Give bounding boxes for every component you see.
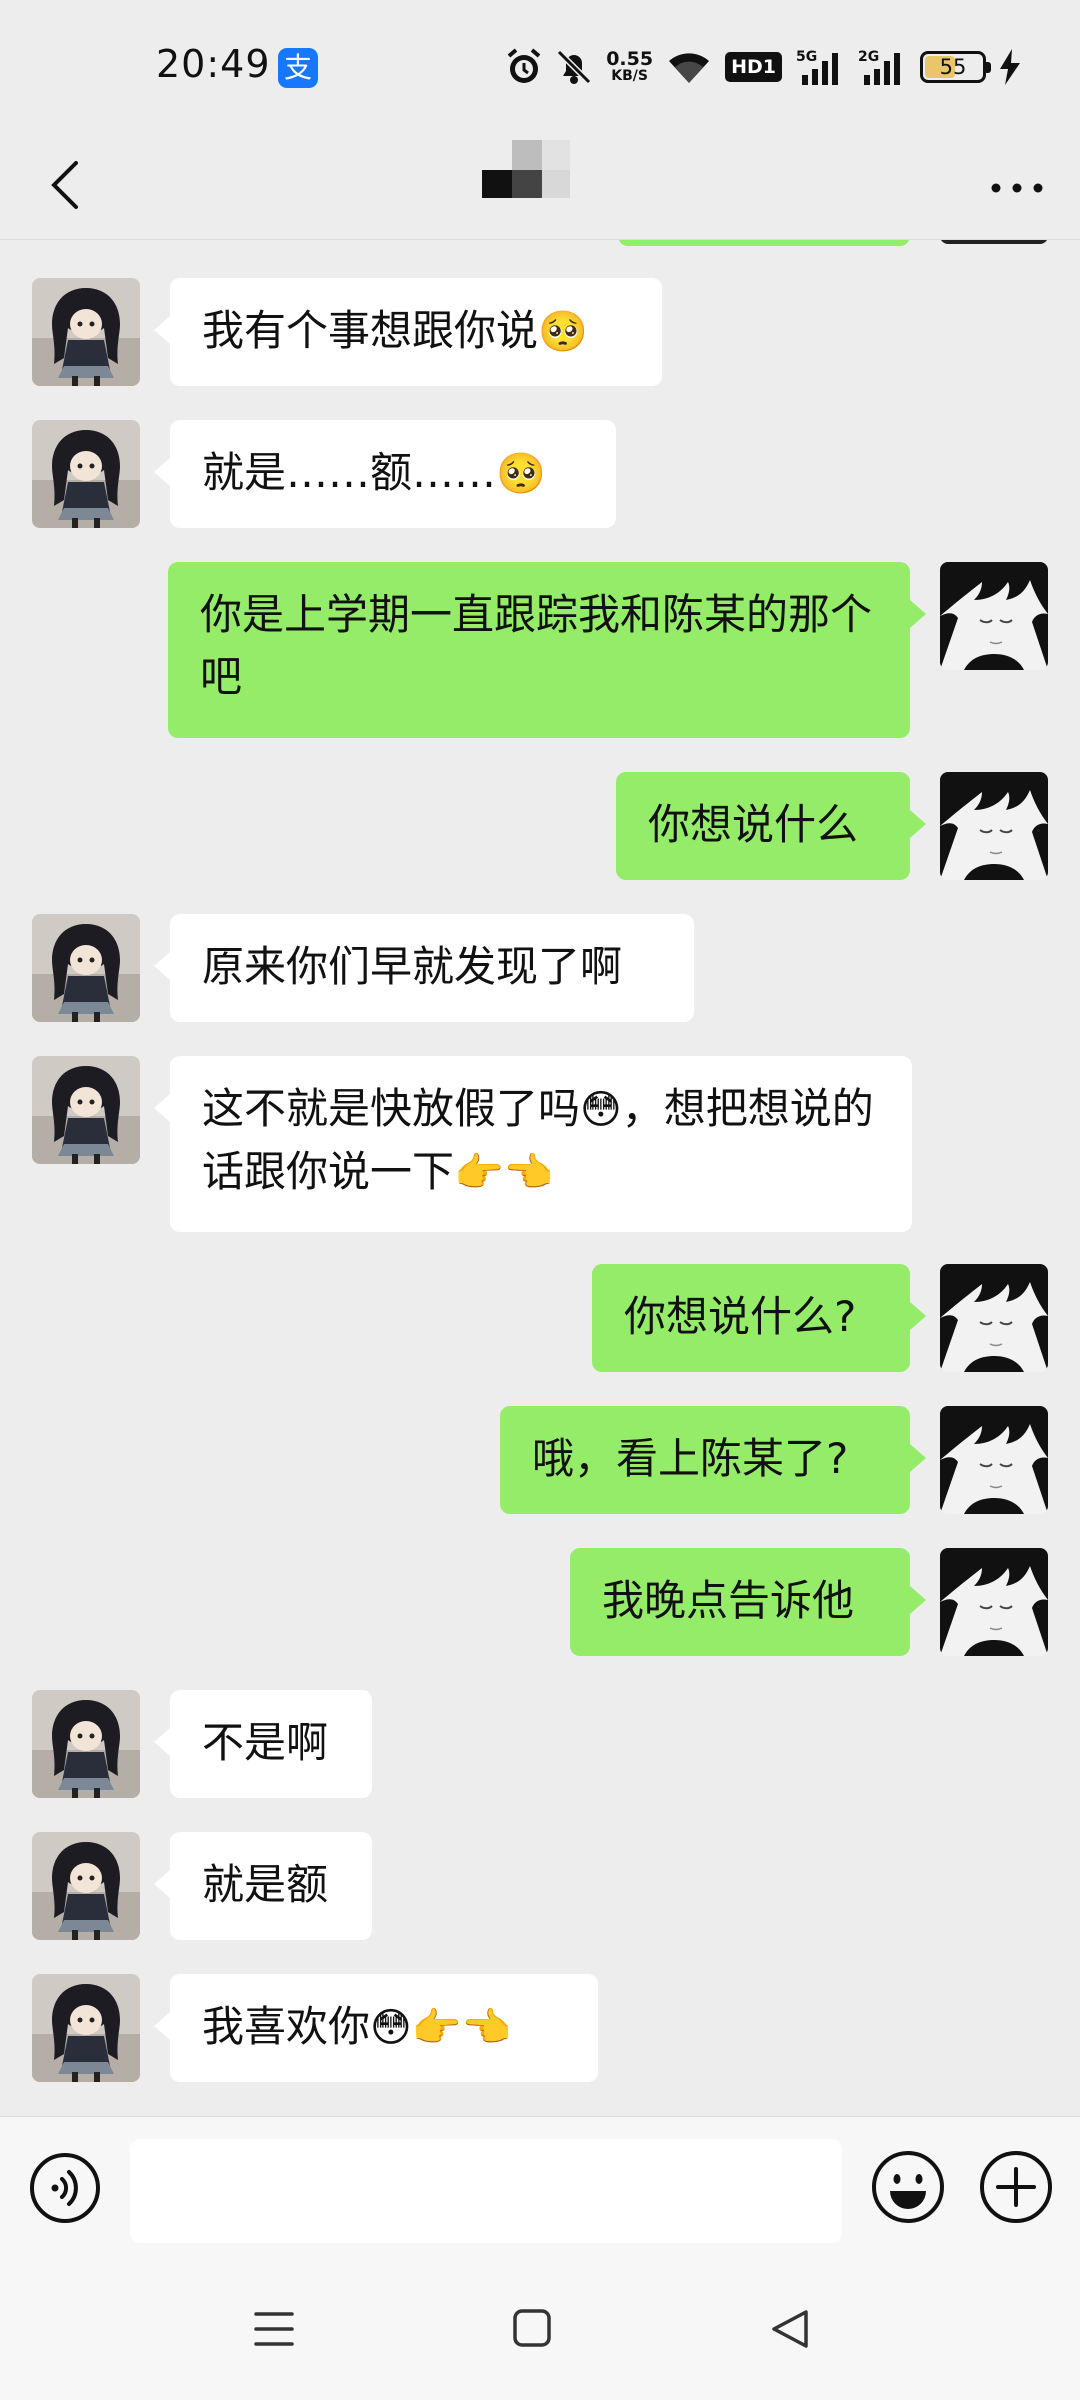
net-speed-value: 0.55 [606, 48, 654, 70]
message-bubble[interactable]: 你是上学期一直跟踪我和陈某的那个吧 [168, 562, 926, 738]
message-bubble[interactable]: 我有个事想跟你说🥺 [154, 278, 662, 386]
avatar[interactable] [32, 914, 140, 1022]
message-bubble[interactable]: 你想说什么 [616, 772, 926, 880]
self-avatar[interactable] [940, 562, 1048, 670]
net-speed: 0.55 KB/S [606, 50, 653, 84]
back-button[interactable] [30, 150, 100, 220]
emoji-button[interactable] [870, 2149, 946, 2225]
message-bubble[interactable]: 就是额 [154, 1832, 372, 1940]
avatar[interactable] [32, 1832, 140, 1940]
avatar[interactable] [32, 420, 140, 528]
network-type-2: 2G [858, 49, 879, 65]
message-list[interactable]: 我有个事想跟你说🥺 就是……额……🥺 你是上学期一直跟踪我和陈某的那个吧 你想说… [0, 240, 1080, 2116]
pleading-emoji: 🥺 [538, 309, 588, 355]
message-text: 就是……额…… [202, 448, 497, 497]
pointing-fingers-emoji: 👉👈 [411, 2005, 512, 2051]
hd-badge: HD1 [725, 52, 782, 82]
pleading-emoji: 🥺 [496, 451, 546, 497]
self-avatar[interactable] [940, 1548, 1048, 1656]
plus-button[interactable] [978, 2149, 1054, 2225]
message-bubble[interactable]: 这不就是快放假了吗😳，想把想说的话跟你说一下👉👈 [154, 1056, 912, 1232]
avatar[interactable] [32, 1056, 140, 1164]
partial-avatar-self [940, 240, 1048, 244]
home-square-icon [513, 2309, 551, 2347]
message-text: 你想说什么 [648, 800, 859, 849]
signal-icon: 5G [796, 47, 844, 87]
status-icons: 0.55 KB/S HD1 5G 2G 55 [506, 44, 1020, 90]
avatar[interactable] [32, 278, 140, 386]
message-bubble[interactable]: 不是啊 [154, 1690, 372, 1798]
chat-title-mosaic [482, 140, 570, 198]
battery-icon: 55 [920, 51, 991, 83]
pointing-fingers-emoji: 👉👈 [454, 1150, 554, 1196]
message-text: 我有个事想跟你说 [202, 306, 539, 355]
net-speed-unit: KB/S [611, 68, 648, 84]
chevron-left-icon [51, 161, 78, 209]
more-dots-icon [991, 183, 1043, 193]
alarm-icon [506, 48, 542, 86]
back-triangle-icon [772, 2310, 808, 2348]
partial-bubble-out [618, 240, 910, 246]
alipay-icon: 支 [278, 48, 318, 88]
status-time: 20:49 [156, 42, 271, 86]
message-input[interactable] [130, 2139, 842, 2243]
smiley-icon [872, 2151, 944, 2223]
avatar[interactable] [32, 1974, 140, 2082]
mute-icon [556, 48, 592, 86]
message-bubble[interactable]: 我晚点告诉他 [570, 1548, 926, 1656]
message-bubble[interactable]: 原来你们早就发现了啊 [154, 914, 694, 1022]
flushed-emoji: 😳 [370, 2005, 412, 2051]
input-bar [0, 2116, 1080, 2258]
message-text: 你想说什么? [624, 1292, 857, 1341]
battery-level: 55 [939, 55, 967, 79]
nav-menu-button[interactable] [254, 2310, 294, 2352]
self-avatar[interactable] [940, 1406, 1048, 1514]
title-bar [0, 130, 1080, 240]
plus-circle-icon [980, 2151, 1052, 2223]
message-bubble[interactable]: 我喜欢你😳👉👈 [154, 1974, 598, 2082]
message-text: 原来你们早就发现了啊 [202, 942, 623, 991]
message-text: 不是啊 [202, 1718, 329, 1767]
nav-home-button[interactable] [512, 2308, 552, 2352]
message-text: 哦，看上陈某了? [532, 1434, 849, 1483]
message-bubble[interactable]: 就是……额……🥺 [154, 420, 616, 528]
message-text: 我晚点告诉他 [602, 1576, 855, 1625]
voice-icon [30, 2153, 100, 2223]
message-bubble[interactable]: 你想说什么? [592, 1264, 926, 1372]
self-avatar[interactable] [940, 1264, 1048, 1372]
network-type-1: 5G [796, 49, 817, 65]
message-text: 我喜欢你 [202, 2002, 371, 2051]
status-bar: 20:49 支 0.55 KB/S HD1 5G 2G 55 [0, 0, 1080, 130]
navigation-bar [0, 2258, 1080, 2400]
voice-button[interactable] [28, 2151, 102, 2225]
message-text: 你是上学期一直跟踪我和陈某的那个吧 [200, 590, 873, 701]
flushed-emoji: 😳 [580, 1087, 622, 1133]
signal-icon-2: 2G [858, 47, 906, 87]
more-button[interactable] [982, 158, 1052, 218]
message-text: 这不就是快放假了吗 [202, 1084, 581, 1133]
menu-icon [254, 2312, 294, 2346]
wifi-icon [667, 49, 711, 85]
self-avatar[interactable] [940, 772, 1048, 880]
avatar[interactable] [32, 1690, 140, 1798]
message-text: 就是额 [202, 1860, 329, 1909]
nav-back-button[interactable] [770, 2308, 810, 2354]
charging-icon [1000, 49, 1020, 85]
message-bubble[interactable]: 哦，看上陈某了? [500, 1406, 926, 1514]
